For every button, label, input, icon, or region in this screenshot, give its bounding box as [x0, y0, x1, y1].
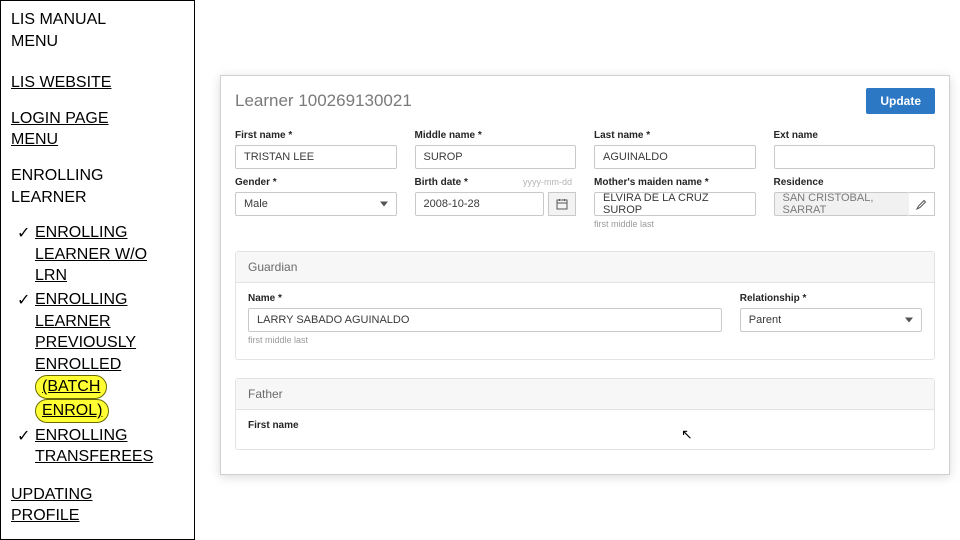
- sublabel-guardian-name: first middle last: [248, 335, 722, 345]
- label-gender: Gender *: [235, 177, 397, 188]
- link-updating-profile[interactable]: UPDATING PROFILE: [11, 484, 184, 527]
- select-guardian-relationship[interactable]: Parent: [740, 308, 922, 332]
- input-residence[interactable]: SAN CRISTOBAL, SARRAT: [774, 192, 910, 216]
- group-ext-name: Ext name: [774, 130, 936, 169]
- link-enroll-no-lrn[interactable]: ENROLLING LEARNER W/O LRN: [15, 222, 184, 287]
- label-guardian-name: Name *: [248, 293, 722, 304]
- link-enroll-transferees[interactable]: ENROLLING TRANSFEREES: [15, 425, 184, 468]
- label-residence: Residence: [774, 177, 936, 188]
- panel-title: Learner 100269130021: [235, 91, 412, 111]
- label-ext-name: Ext name: [774, 130, 936, 141]
- sublabel-maiden-name: first middle last: [594, 219, 756, 229]
- group-guardian-relationship: Relationship * Parent: [740, 293, 922, 345]
- highlight-batch: (BATCH: [35, 375, 107, 399]
- label-guardian-relationship: Relationship *: [740, 293, 922, 304]
- group-father-first: First name: [248, 420, 461, 435]
- guardian-title: Guardian: [236, 252, 934, 283]
- birth-date-placeholder: yyyy-mm-dd: [523, 177, 576, 192]
- label-first-name: First name *: [235, 130, 397, 141]
- group-last-name: Last name * AGUINALDO: [594, 130, 756, 169]
- label-enrolling-learner: ENROLLING LEARNER: [11, 165, 184, 208]
- input-ext-name[interactable]: [774, 145, 936, 169]
- input-middle-name[interactable]: SUROP: [415, 145, 577, 169]
- sidebar-title: LIS MANUAL MENU: [11, 9, 184, 52]
- link-login-page[interactable]: LOGIN PAGE MENU: [11, 108, 184, 151]
- input-last-name[interactable]: AGUINALDO: [594, 145, 756, 169]
- label-last-name: Last name *: [594, 130, 756, 141]
- label-father-first: First name: [248, 420, 461, 431]
- edit-residence-icon[interactable]: [909, 192, 935, 216]
- link-enroll-prev-enrolled[interactable]: ENROLLING LEARNER PREVIOUSLY ENROLLED (B…: [15, 289, 184, 423]
- calendar-icon[interactable]: [548, 192, 576, 216]
- group-residence: Residence SAN CRISTOBAL, SARRAT: [774, 177, 936, 229]
- label-middle-name: Middle name *: [415, 130, 577, 141]
- input-first-name[interactable]: TRISTAN LEE: [235, 145, 397, 169]
- input-birth-date[interactable]: 2008-10-28: [415, 192, 545, 216]
- input-maiden-name[interactable]: ELVIRA DE LA CRUZ SUROP: [594, 192, 756, 216]
- select-gender[interactable]: Male: [235, 192, 397, 216]
- update-button[interactable]: Update: [866, 88, 935, 114]
- father-title: Father: [236, 379, 934, 410]
- group-guardian-name: Name * LARRY SABADO AGUINALDO first midd…: [248, 293, 722, 345]
- label-birth-date: Birth date *: [415, 177, 468, 188]
- highlight-enrol: ENROL): [35, 399, 109, 423]
- group-birth-date: Birth date * yyyy-mm-dd 2008-10-28: [415, 177, 577, 229]
- input-guardian-name[interactable]: LARRY SABADO AGUINALDO: [248, 308, 722, 332]
- label-maiden-name: Mother's maiden name *: [594, 177, 756, 188]
- father-card: Father First name: [235, 378, 935, 450]
- sidebar-menu: LIS MANUAL MENU LIS WEBSITE LOGIN PAGE M…: [0, 0, 195, 540]
- group-maiden-name: Mother's maiden name * ELVIRA DE LA CRUZ…: [594, 177, 756, 229]
- mouse-cursor-icon: ↖: [681, 426, 693, 443]
- link-lis-website[interactable]: LIS WEBSITE: [11, 72, 184, 94]
- group-middle-name: Middle name * SUROP: [415, 130, 577, 169]
- group-first-name: First name * TRISTAN LEE: [235, 130, 397, 169]
- group-gender: Gender * Male: [235, 177, 397, 229]
- learner-form-panel: Learner 100269130021 Update First name *…: [220, 75, 950, 475]
- guardian-card: Guardian Name * LARRY SABADO AGUINALDO f…: [235, 251, 935, 360]
